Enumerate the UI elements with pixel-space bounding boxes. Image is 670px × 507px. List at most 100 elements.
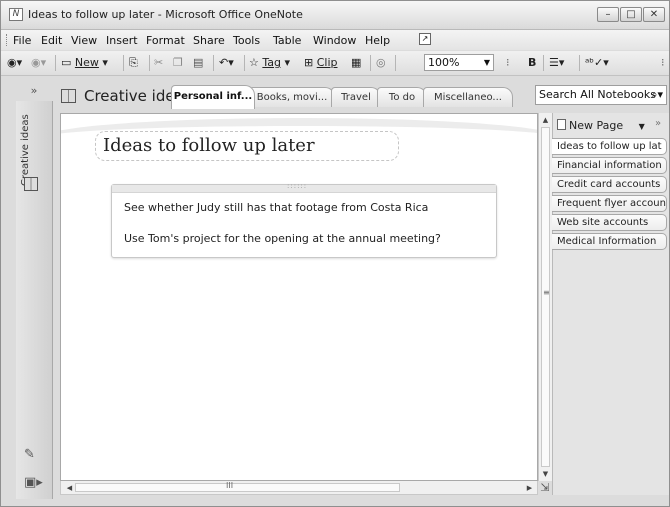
tab-books-movies[interactable]: Books, movi... [249, 87, 335, 107]
close-button[interactable]: ✕ [643, 7, 665, 22]
page-tab-frequent-flyer[interactable]: Frequent flyer accoun [552, 195, 667, 212]
chevron-down-icon: ▾ [102, 56, 108, 69]
toolbar-overflow-icon[interactable]: ⁝ [661, 55, 665, 71]
cut-icon[interactable]: ✂ [154, 55, 163, 71]
menu-grip [6, 34, 9, 46]
spelling-icon[interactable]: ᵃᵇ✓▾ [585, 55, 609, 71]
toolbar-separator [579, 55, 580, 71]
note-line[interactable]: Use Tom's project for the opening at the… [124, 232, 441, 245]
page-tab-financial[interactable]: Financial information [552, 157, 667, 174]
menu-tools[interactable]: Tools [233, 34, 260, 47]
new-page-button[interactable]: ▭ New ▾ [61, 55, 108, 71]
table-icon[interactable]: ▦ [351, 55, 361, 71]
back-icon[interactable]: ◉▾ [7, 55, 22, 71]
window-controls: – □ ✕ [597, 7, 665, 22]
page-tab-ideas[interactable]: Ideas to follow up lat [552, 138, 667, 155]
zoom-value: 100% [428, 56, 460, 69]
menu-file[interactable]: File [13, 34, 31, 47]
undo-icon[interactable]: ↶▾ [219, 55, 234, 71]
toolbar-separator [395, 55, 396, 71]
drag-grip-icon: :::::: [287, 182, 308, 190]
menu-bar: File Edit View Insert Format Share Tools… [1, 30, 669, 50]
minimize-button[interactable]: – [597, 7, 619, 22]
copy-icon[interactable]: ❐ [173, 55, 183, 71]
note-container[interactable]: :::::: See whether Judy still has that f… [111, 182, 497, 258]
clip-button[interactable]: ⊞ Clip [304, 55, 338, 71]
search-icon[interactable]: ⌕▾ [651, 86, 663, 104]
research-icon[interactable]: ◎ [376, 55, 386, 71]
notebook-title[interactable]: Creative ide... [61, 85, 189, 107]
page-title[interactable]: Ideas to follow up later [95, 131, 399, 161]
notebook-icon[interactable] [24, 177, 38, 191]
menu-format[interactable]: Format [146, 34, 185, 47]
scroll-down-icon[interactable]: ▼ [539, 468, 552, 480]
add-page-icon[interactable]: ⇲ [538, 481, 552, 495]
search-input[interactable]: Search All Notebooks ⌕▾ [535, 85, 667, 105]
menu-edit[interactable]: Edit [41, 34, 62, 47]
window-title: Ideas to follow up later - Microsoft Off… [28, 8, 303, 21]
vertical-scroll-thumb[interactable]: ≡ [541, 127, 550, 467]
new-page-button[interactable]: New Page ▼ [557, 118, 653, 134]
new-page-icon [557, 119, 566, 130]
onenote-app-icon: N [9, 8, 23, 21]
collapse-panel-icon[interactable]: » [655, 118, 661, 129]
new-page-label: New Page [569, 119, 624, 132]
tag-button[interactable]: ☆ Tag ▾ [249, 55, 290, 71]
zoom-select[interactable]: 100% ▼ [424, 54, 494, 71]
vertical-scrollbar[interactable]: ▲ ≡ ▼ [538, 113, 552, 481]
save-icon[interactable]: ⎘ [129, 55, 138, 71]
grip-icon: III [226, 481, 234, 490]
toolbar-separator [244, 55, 245, 71]
bold-icon[interactable]: B [528, 55, 536, 71]
clip-icon: ⊞ [304, 56, 314, 69]
tab-miscellaneous[interactable]: Miscellaneo... [423, 87, 513, 107]
star-icon: ☆ [249, 56, 259, 69]
clip-button-label: Clip [316, 56, 338, 69]
toolbar-separator [543, 55, 544, 71]
horizontal-scrollbar[interactable]: ◀ III ▶ [60, 481, 538, 495]
standard-toolbar: ◉▾ ◉▾ ▭ New ▾ ⎘ ✂ ❐ ▤ ↶▾ ☆ Tag ▾ ⊞ Clip … [1, 51, 669, 76]
scroll-up-icon[interactable]: ▲ [539, 114, 552, 126]
chevron-down-icon: ▾ [284, 56, 291, 69]
tag-button-label: Tag [262, 56, 281, 69]
expand-navigation-icon[interactable]: » [16, 83, 52, 101]
notebook-icon [61, 89, 76, 103]
toolbar-options-icon[interactable]: ⁝ [506, 55, 510, 71]
toolbar-separator [123, 55, 124, 71]
search-placeholder: Search All Notebooks [539, 88, 657, 101]
page-tab-medical[interactable]: Medical Information [552, 233, 667, 250]
new-button-label: New [74, 56, 99, 69]
side-note-icon[interactable]: ▣▸ [24, 475, 43, 491]
menu-view[interactable]: View [71, 34, 97, 47]
forward-icon[interactable]: ◉▾ [31, 55, 46, 71]
paste-icon[interactable]: ▤ [193, 55, 203, 71]
title-bar: N Ideas to follow up later - Microsoft O… [1, 1, 669, 30]
page-tab-web-site[interactable]: Web site accounts [552, 214, 667, 231]
new-page-icon: ▭ [61, 56, 72, 69]
grip-icon: ≡ [543, 288, 550, 297]
note-line[interactable]: See whether Judy still has that footage … [124, 201, 428, 214]
bullets-icon[interactable]: ☰▾ [549, 55, 564, 71]
note-drag-handle[interactable]: :::::: [112, 182, 496, 193]
menu-window[interactable]: Window [313, 34, 356, 47]
toolbar-separator [55, 55, 56, 71]
toolbar-separator [370, 55, 371, 71]
help-search-icon[interactable]: ↗ [419, 33, 431, 45]
menu-table[interactable]: Table [273, 34, 301, 47]
chevron-down-icon: ▼ [483, 58, 490, 67]
chevron-down-icon: ▼ [638, 122, 645, 131]
notebook-vertical-label[interactable]: Creative ideas [20, 106, 40, 186]
menu-help[interactable]: Help [365, 34, 390, 47]
tab-personal-info[interactable]: Personal inf... [171, 85, 255, 109]
tab-to-do[interactable]: To do [377, 87, 427, 107]
menu-share[interactable]: Share [193, 34, 225, 47]
page-canvas[interactable]: Ideas to follow up later :::::: See whet… [60, 113, 538, 481]
toolbar-separator [149, 55, 150, 71]
scroll-right-icon[interactable]: ▶ [523, 482, 536, 494]
unfiled-notes-icon[interactable]: ✎ [24, 447, 40, 462]
tab-travel[interactable]: Travel [331, 87, 381, 107]
maximize-button[interactable]: □ [620, 7, 642, 22]
horizontal-scroll-thumb[interactable]: III [75, 481, 400, 492]
menu-insert[interactable]: Insert [106, 34, 138, 47]
page-tab-credit-card[interactable]: Credit card accounts [552, 176, 667, 193]
